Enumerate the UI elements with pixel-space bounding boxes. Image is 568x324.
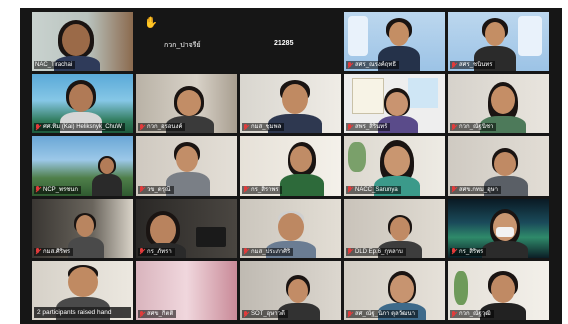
- muted-mic-icon: [347, 123, 353, 131]
- muted-mic-icon: [347, 310, 353, 318]
- participant-name-label: กวก_ณัฐวุฒิ: [450, 310, 494, 318]
- participant-name-label: NCP_พรชนก: [34, 185, 81, 194]
- participant-tile-raised-hand-name[interactable]: ✋ กวก_ปาจรีย์: [136, 12, 237, 72]
- participant-name-label: สศข_กิตติ: [138, 310, 177, 318]
- participant-name-label: สศร_ชนินทร: [450, 61, 496, 70]
- participant-tile[interactable]: กวก_อรอนงค์: [136, 74, 237, 134]
- muted-mic-icon: [35, 248, 41, 255]
- muted-mic-icon: [243, 310, 249, 318]
- participant-tile[interactable]: NACC_Sarunya: [344, 136, 445, 196]
- muted-mic-icon: [243, 248, 249, 255]
- muted-mic-icon: [451, 310, 457, 318]
- participant-tile[interactable]: กร_ภัทรา: [136, 198, 237, 258]
- participant-name-label: กวก_ณัฐนิชา: [450, 123, 497, 132]
- muted-mic-icon: [347, 186, 353, 193]
- muted-mic-icon: [243, 123, 249, 131]
- participant-tile[interactable]: ศศ.ทิม (Kai) Heliksnyk_ChuW: [32, 74, 133, 134]
- raised-hands-notification[interactable]: 2 participants raised hand: [34, 307, 131, 318]
- muted-mic-icon: [451, 123, 457, 131]
- participant-name-label: NACC_Sarunya: [346, 185, 401, 194]
- participant-tile[interactable]: กมส_ชุมพล: [240, 74, 341, 134]
- participant-grid: NAC_Tirachai ✋ กวก_ปาจรีย์ 21285 สศร_ณรง…: [32, 12, 549, 320]
- participant-tile[interactable]: กร_สิริพร: [448, 198, 549, 258]
- participant-name-label: กมส_ชุมพล: [242, 123, 285, 132]
- participant-name-label: กร_ภัทรา: [138, 247, 175, 256]
- muted-mic-icon: [451, 61, 457, 69]
- participant-tile[interactable]: SOT_อุษาวดี: [240, 260, 341, 320]
- participant-name-label: วข_ดรุณี: [138, 185, 174, 194]
- muted-mic-icon: [451, 248, 457, 255]
- participant-name-label: กร_สิราพร: [242, 185, 282, 194]
- participant-tile[interactable]: กร_สิราพร: [240, 136, 341, 196]
- raised-hand-icon: ✋: [144, 17, 158, 29]
- participant-tile[interactable]: วข_ดรุณี: [136, 136, 237, 196]
- muted-mic-icon: [35, 123, 41, 131]
- muted-mic-icon: [139, 248, 145, 255]
- raised-hand-participant-name: กวก_ปาจรีย์: [164, 42, 201, 49]
- participant-name-label: กมส.ศิริพร: [34, 247, 74, 256]
- muted-mic-icon: [347, 248, 353, 255]
- participant-tile[interactable]: DLD Ep.6_กุหลาบ: [344, 198, 445, 258]
- participant-name-label: กมส_ประภาศิริ: [242, 247, 294, 256]
- participant-tile[interactable]: NCP_พรชนก: [32, 136, 133, 196]
- participant-name-label: สศร_ณรงค์ฤทธิ์: [346, 61, 400, 70]
- participant-tile[interactable]: สพร_สิรินทร์: [344, 74, 445, 134]
- participant-name-label: NAC_Tirachai: [34, 61, 76, 70]
- participant-tile[interactable]: กวก_ณัฐวุฒิ: [448, 260, 549, 320]
- raised-hand-participant-number: 21285: [274, 40, 294, 47]
- participant-tile-active-speaker[interactable]: NAC_Tirachai: [32, 12, 133, 72]
- participant-tile[interactable]: กมส_ประภาศิริ: [240, 198, 341, 258]
- participant-tile[interactable]: กวก_ณัฐนิชา: [448, 74, 549, 134]
- participant-tile-raised-hand-number[interactable]: 21285: [240, 12, 341, 72]
- participant-tile[interactable]: 2 participants raised hand: [32, 260, 133, 320]
- participant-name-label: ศศ.ทิม (Kai) Heliksnyk_ChuW: [34, 123, 125, 132]
- participant-name-label: DLD Ep.6_กุหลาบ: [346, 247, 406, 256]
- participant-name-label: สพร_สิรินทร์: [346, 123, 391, 132]
- muted-mic-icon: [139, 186, 145, 193]
- participant-tile[interactable]: สศร_ณรงค์ฤทธิ์: [344, 12, 445, 72]
- participant-name-label: สศ_ณัฐ_นิภา ตุลวัฒนา: [346, 310, 418, 318]
- muted-mic-icon: [139, 123, 145, 131]
- muted-mic-icon: [451, 186, 457, 193]
- participant-tile[interactable]: สศข.กทม_อุษา: [448, 136, 549, 196]
- participant-name-label: กวก_อรอนงค์: [138, 123, 186, 132]
- participant-name-label: SOT_อุษาวดี: [242, 310, 288, 318]
- participant-tile[interactable]: กมส.ศิริพร: [32, 198, 133, 258]
- participant-tile[interactable]: สศ_ณัฐ_นิภา ตุลวัฒนา: [344, 260, 445, 320]
- muted-mic-icon: [139, 310, 145, 318]
- participant-name-label: กร_สิริพร: [450, 247, 487, 256]
- muted-mic-icon: [243, 186, 249, 193]
- participant-name-label: สศข.กทม_อุษา: [450, 185, 502, 194]
- muted-mic-icon: [35, 186, 41, 193]
- participant-tile[interactable]: สศร_ชนินทร: [448, 12, 549, 72]
- muted-mic-icon: [347, 61, 353, 69]
- participant-tile[interactable]: สศข_กิตติ: [136, 260, 237, 320]
- video-gallery-window: NAC_Tirachai ✋ กวก_ปาจรีย์ 21285 สศร_ณรง…: [20, 8, 562, 324]
